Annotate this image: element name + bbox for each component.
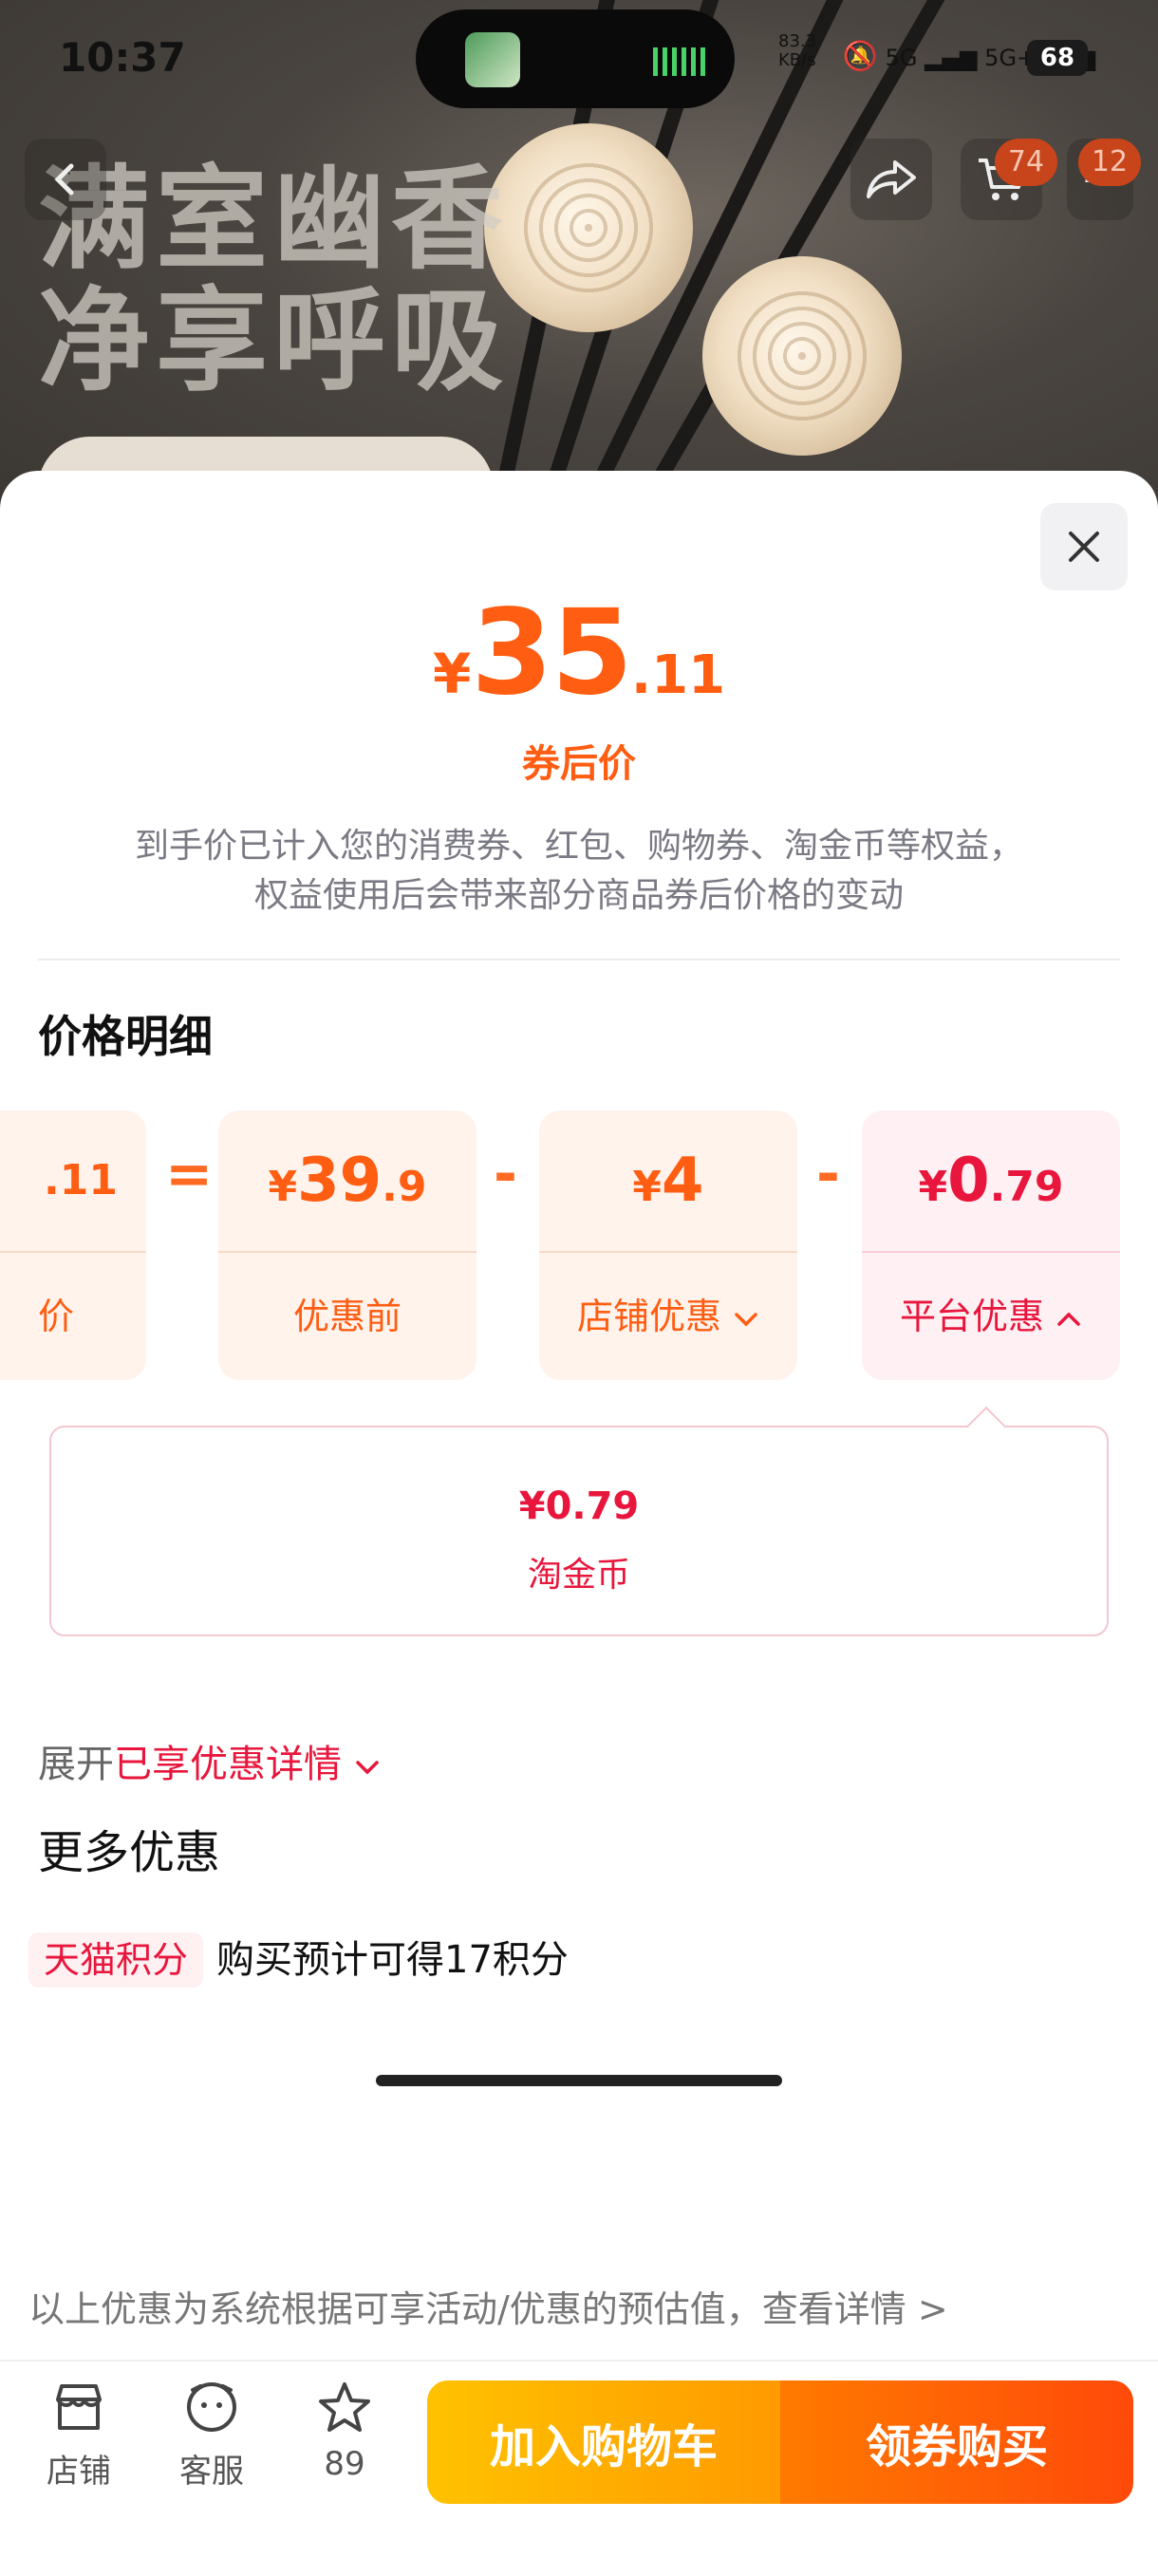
- claim-coupon-buy-button[interactable]: 领券购买: [780, 2380, 1133, 2504]
- customer-service-icon: [187, 2382, 236, 2432]
- price-detail-sheet: ¥35.11 券后价 到手价已计入您的消费券、红包、购物券、淘金币等权益， 权益…: [0, 471, 1158, 2576]
- mute-icon: 🔕: [842, 40, 878, 73]
- media-thumbnail: [465, 32, 520, 87]
- breakdown-before-amount: ¥39.9: [268, 1146, 427, 1216]
- share-icon: [867, 160, 916, 198]
- price-label: 券后价: [522, 742, 636, 786]
- breakdown-card-platform[interactable]: ¥0.79 平台优惠: [862, 1111, 1120, 1380]
- favorite-tab[interactable]: 89: [283, 2380, 406, 2483]
- price-note-line2: 权益使用后会带来部分商品券后价格的变动: [253, 876, 904, 915]
- battery-indicator: 68: [1027, 40, 1088, 76]
- breakdown-card-before: ¥39.9 优惠前: [218, 1111, 476, 1380]
- price-integer: 35: [471, 585, 633, 721]
- final-price: ¥35.11: [0, 594, 1158, 712]
- message-count-badge: 12: [1078, 139, 1141, 186]
- minus-sign: -: [494, 1141, 517, 1207]
- section-title: 价格明细: [38, 1011, 213, 1062]
- breakdown-platform-label: 平台优惠: [862, 1253, 1120, 1380]
- flower: [484, 123, 693, 332]
- expand-discount-details[interactable]: 展开已享优惠详情: [38, 1733, 381, 1788]
- points-description: 购买预计可得17积分: [216, 1938, 569, 1982]
- more-discounts-title: 更多优惠: [38, 1826, 221, 1879]
- currency-symbol: ¥: [432, 642, 472, 706]
- divider: [38, 959, 1120, 961]
- chevron-left-icon: [54, 163, 74, 196]
- price-note-line1: 到手价已计入您的消费券、红包、购物券、淘金币等权益，: [134, 827, 1023, 866]
- service-label: 客服: [179, 2453, 244, 2491]
- popup-label: 淘金币: [527, 1556, 630, 1595]
- audio-wave-icon: [653, 47, 710, 76]
- expand-highlight: 已享优惠详情: [114, 1743, 342, 1786]
- hero-title-line2: 净享呼吸: [38, 275, 510, 406]
- flower: [702, 256, 902, 456]
- favorite-count: 89: [324, 2445, 365, 2483]
- clock: 10:37: [59, 34, 186, 81]
- breakdown-result-amount: .11: [44, 1156, 118, 1204]
- price-note: 到手价已计入您的消费券、红包、购物券、淘金币等权益， 权益使用后会带来部分商品券…: [0, 822, 1158, 921]
- star-icon: [319, 2382, 370, 2432]
- cart-count-badge: 74: [995, 139, 1057, 186]
- chevron-up-icon: [1057, 1312, 1080, 1326]
- popup-arrow: [965, 1406, 1007, 1447]
- network-5g: 5G: [885, 45, 918, 71]
- store-label: 店铺: [47, 2453, 111, 2491]
- purchase-actions: 加入购物车 领券购买: [427, 2380, 1133, 2504]
- close-button[interactable]: [1040, 503, 1128, 590]
- breakdown-card-shop[interactable]: ¥4 店铺优惠: [539, 1111, 797, 1380]
- popup-value: ¥0.79: [518, 1484, 640, 1528]
- breakdown-shop-label: 店铺优惠: [539, 1253, 797, 1380]
- store-tab[interactable]: 店铺: [17, 2380, 140, 2492]
- equals-sign: =: [165, 1141, 214, 1207]
- tmall-points-tag: 天猫积分: [28, 1932, 204, 1988]
- chevron-down-icon: [735, 1313, 757, 1327]
- close-icon: [1069, 532, 1099, 562]
- estimate-footnote-link[interactable]: 以上优惠为系统根据可享活动/优惠的预估值，查看详情 >: [28, 2280, 948, 2332]
- signal-icon: ▂▄▆: [925, 45, 978, 71]
- bottom-action-bar: 店铺 客服 89 加入购物车 领券购买: [0, 2360, 1158, 2576]
- price-decimal: .11: [630, 644, 726, 706]
- breakdown-shop-amount: ¥4: [632, 1146, 704, 1216]
- hero-title-line1: 满室幽香: [38, 154, 510, 285]
- status-bar: 10:37 83.3 KB/s 🔕 5G ▂▄▆ 5G+ ▂▄▆ 68: [0, 0, 1158, 114]
- platform-discount-popup: ¥0.79 淘金币: [49, 1406, 1109, 1636]
- breakdown-card-result: .11 价: [0, 1111, 146, 1380]
- chevron-down-icon: [355, 1761, 379, 1775]
- back-button[interactable]: [25, 139, 106, 220]
- dynamic-island: [416, 9, 735, 108]
- service-tab[interactable]: 客服: [150, 2380, 273, 2492]
- minus-sign: -: [816, 1141, 840, 1207]
- breakdown-before-label: 优惠前: [292, 1296, 402, 1337]
- breakdown-platform-amount: ¥0.79: [918, 1146, 1064, 1216]
- net-speed: 83.3 KB/s: [778, 31, 817, 70]
- store-icon: [56, 2384, 102, 2430]
- expand-prefix: 展开: [38, 1743, 114, 1786]
- share-button[interactable]: [850, 139, 932, 220]
- add-to-cart-button[interactable]: 加入购物车: [427, 2380, 780, 2504]
- home-indicator[interactable]: [376, 2075, 782, 2086]
- breakdown-result-label: 价: [37, 1296, 74, 1337]
